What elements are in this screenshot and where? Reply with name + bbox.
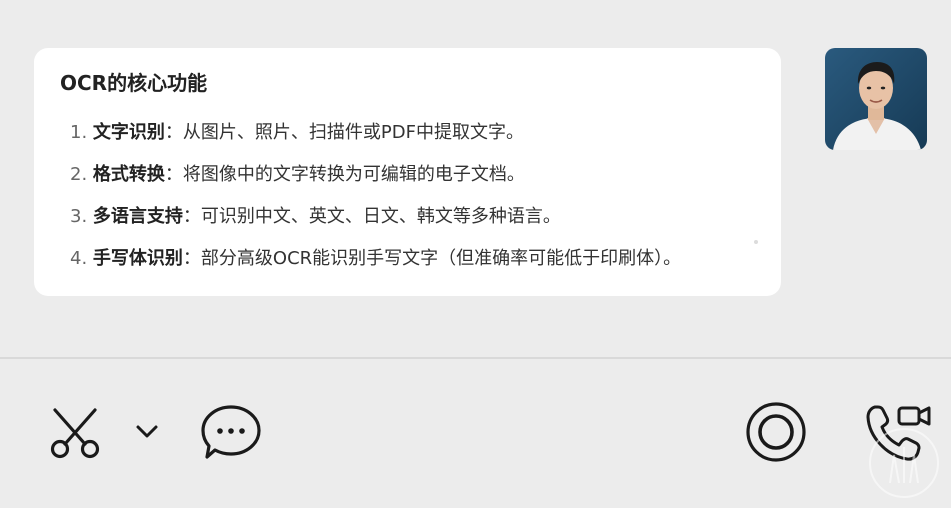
watermark-logo	[866, 427, 942, 503]
feature-number: 3.	[70, 206, 88, 227]
feature-item: 4. 手写体识别：部分高级OCR能识别手写文字（但准确率可能低于印刷体）。	[70, 244, 681, 286]
toolbar-divider	[0, 357, 951, 359]
feature-list: 1. 文字识别：从图片、照片、扫描件或PDF中提取文字。 2. 格式转换：将图像…	[70, 118, 681, 286]
feature-number: 1.	[70, 122, 88, 143]
feature-term: 格式转换	[92, 164, 165, 185]
feature-description: ：将图像中的文字转换为可编辑的电子文档。	[164, 164, 525, 185]
feature-description: ：部分高级OCR能识别手写文字（但准确率可能低于印刷体）。	[182, 248, 682, 269]
screenshot-button[interactable]	[40, 400, 110, 464]
feature-item: 1. 文字识别：从图片、照片、扫描件或PDF中提取文字。	[70, 118, 681, 160]
watermark-icon	[869, 428, 939, 498]
record-button[interactable]	[740, 396, 812, 468]
avatar-image	[825, 48, 927, 150]
message-bubble: OCR的核心功能 1. 文字识别：从图片、照片、扫描件或PDF中提取文字。 2.…	[34, 48, 781, 296]
feature-term: 多语言支持	[92, 206, 183, 227]
decorative-dot	[754, 240, 758, 244]
scissors-icon	[50, 408, 100, 459]
feature-item: 3. 多语言支持：可识别中文、英文、日文、韩文等多种语言。	[70, 202, 681, 244]
screenshot-options-button[interactable]	[130, 418, 164, 446]
feature-term: 文字识别	[92, 122, 165, 143]
feature-number: 4.	[70, 248, 88, 269]
feature-item: 2. 格式转换：将图像中的文字转换为可编辑的电子文档。	[70, 160, 681, 202]
feature-number: 2.	[70, 164, 88, 185]
message-title: OCR的核心功能	[60, 71, 208, 95]
chat-bubble-icon	[201, 405, 261, 459]
record-icon	[746, 402, 806, 462]
chat-button[interactable]	[196, 400, 266, 464]
feature-description: ：可识别中文、英文、日文、韩文等多种语言。	[182, 206, 561, 227]
chevron-down-icon	[136, 425, 158, 438]
avatar[interactable]	[825, 48, 927, 150]
feature-term: 手写体识别	[92, 248, 183, 269]
feature-description: ：从图片、照片、扫描件或PDF中提取文字。	[164, 122, 524, 143]
